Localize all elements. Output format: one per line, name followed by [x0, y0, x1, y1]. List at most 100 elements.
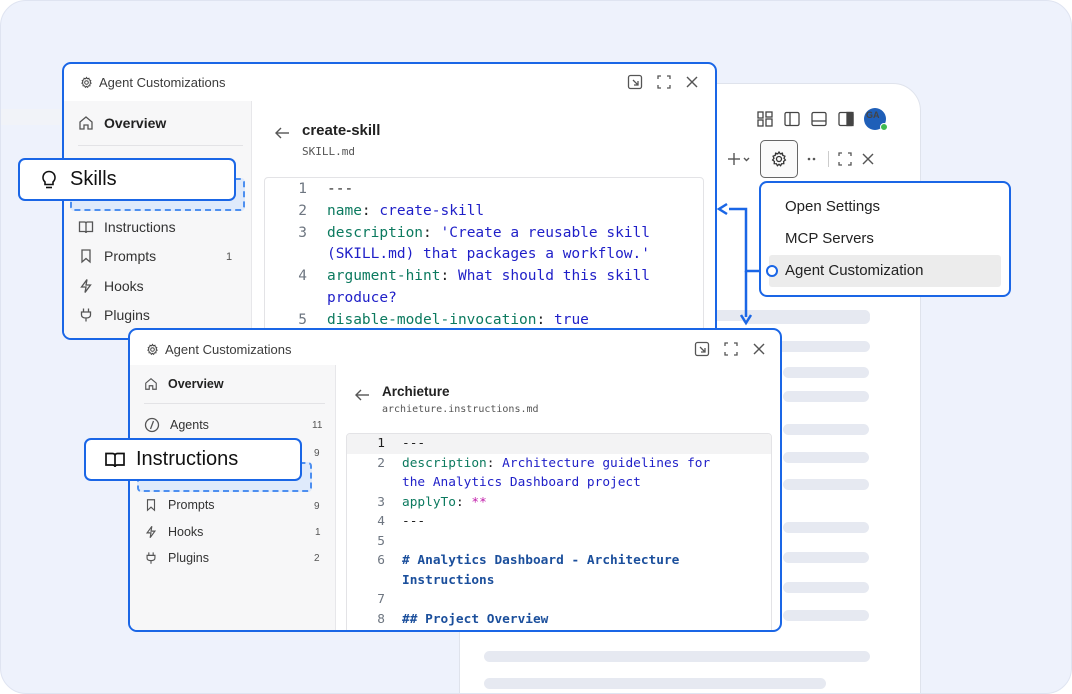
maximize-icon[interactable]	[723, 341, 739, 357]
code-token: # Analytics Dashboard - Architecture	[402, 553, 680, 568]
bookmark-icon	[81, 249, 91, 264]
panel-title: Agent Customizations	[165, 342, 292, 357]
code-token: :	[423, 224, 441, 241]
plug-icon	[80, 308, 92, 322]
line-number: 3	[298, 224, 307, 241]
panel-controls	[627, 74, 699, 90]
detail-title: create-skill	[302, 122, 381, 139]
code-token: the Analytics Dashboard project	[402, 475, 641, 490]
back-arrow-icon[interactable]	[354, 388, 370, 402]
line-number: 5	[377, 533, 385, 549]
line-number	[347, 571, 385, 591]
code-line: 4 ---	[347, 512, 425, 532]
code-token: What should this skill	[457, 268, 651, 285]
plug-icon	[146, 552, 156, 564]
menu-item-mcp-servers[interactable]: MCP Servers	[769, 223, 1001, 255]
sidebar-count-plugins: 2	[314, 553, 320, 564]
code-line: 3 description: 'Create a reusable skill	[265, 223, 650, 245]
sidebar-item-label: Plugins	[104, 307, 150, 323]
sidebar-item-label: Prompts	[168, 498, 215, 512]
code-line: 7	[347, 590, 402, 610]
detail-header: Archieture archieture.instructions.md	[354, 384, 539, 415]
code-token: :	[361, 202, 380, 219]
code-line: 2 description: Architecture guidelines fo…	[347, 454, 710, 474]
line-number: 4	[377, 514, 385, 529]
code-token: ---	[327, 181, 354, 197]
code-token: 'Create a reusable skill	[440, 224, 651, 241]
sidebar-item-instructions[interactable]: Instructions	[78, 219, 176, 235]
code-line: 2 name: create-skill	[265, 201, 484, 223]
gear-icon	[147, 343, 158, 356]
book-icon	[105, 452, 125, 467]
code-editor[interactable]: 1 --- 2 description: Architecture guideline…	[346, 433, 772, 630]
detail-file-name: archieture.instructions.md	[382, 404, 539, 415]
agent-icon	[144, 417, 160, 433]
sidebar-item-label: Hooks	[104, 278, 144, 294]
code-token: produce?	[327, 290, 397, 306]
sidebar-item-overview[interactable]: Overview	[144, 377, 224, 391]
open-in-editor-icon[interactable]	[694, 341, 710, 357]
code-line: 5	[347, 532, 402, 552]
code-token: (SKILL.md) that packages a workflow.'	[327, 246, 651, 263]
sidebar-item-agents[interactable]: Agents	[144, 417, 209, 433]
sidebar-item-plugins[interactable]: Plugins	[78, 307, 150, 323]
line-number	[265, 244, 307, 266]
connector-node	[766, 265, 778, 277]
sidebar-item-prompts[interactable]: Prompts	[78, 248, 156, 264]
sidebar-item-hooks[interactable]: Hooks	[144, 525, 203, 539]
close-icon[interactable]	[685, 74, 699, 90]
line-number: 4	[298, 268, 307, 285]
line-number: 6	[377, 553, 385, 568]
sidebar-count-prompts: 9	[314, 501, 320, 512]
back-arrow-icon[interactable]	[274, 126, 290, 140]
sidebar-item-hooks[interactable]: Hooks	[78, 278, 144, 294]
settings-menu: Open Settings MCP Servers Agent Customiz…	[759, 181, 1011, 297]
panel-title: Agent Customizations	[99, 75, 226, 90]
code-line: (SKILL.md) that packages a workflow.'	[265, 244, 650, 266]
sidebar-item-label: Plugins	[168, 551, 209, 565]
line-number: 2	[298, 202, 307, 219]
open-in-editor-icon[interactable]	[627, 74, 643, 90]
panel-header: Agent Customizations	[146, 342, 291, 357]
code-editor[interactable]: 1 --- 2 name: create-skill 3 description: 'Cr…	[264, 177, 704, 338]
line-number: 1	[298, 181, 307, 197]
menu-item-open-settings[interactable]: Open Settings	[769, 191, 1001, 223]
code-line: 6 # Analytics Dashboard - Architecture	[347, 551, 679, 571]
line-number: 3	[377, 494, 385, 510]
code-line: produce?	[265, 288, 397, 310]
code-token: ---	[402, 436, 426, 451]
lightbulb-icon	[42, 170, 56, 188]
code-token: **	[471, 494, 487, 510]
line-number: 8	[377, 611, 385, 627]
sidebar-item-plugins[interactable]: Plugins	[144, 551, 209, 565]
code-token: name	[327, 202, 362, 219]
code-token: applyTo	[402, 494, 456, 510]
code-token: ---	[402, 514, 426, 529]
menu-item-agent-customization[interactable]: Agent Customization	[769, 255, 1001, 287]
bookmark-icon	[146, 499, 156, 512]
code-token: :	[455, 494, 472, 510]
callout-label: Skills	[70, 168, 117, 190]
lightning-icon	[80, 279, 92, 293]
sidebar-item-label: Instructions	[104, 219, 176, 235]
code-line: the Analytics Dashboard project	[347, 473, 641, 493]
sidebar-count-instructions: 9	[314, 448, 320, 459]
detail-file-name: SKILL.md	[302, 145, 355, 158]
detail-title: Archieture	[382, 384, 450, 399]
close-icon[interactable]	[752, 341, 766, 357]
sidebar-item-label: Prompts	[104, 248, 157, 264]
sidebar-item-label: Overview	[168, 377, 224, 391]
sidebar-count-prompts: 1	[226, 251, 233, 263]
line-number: 7	[377, 592, 385, 607]
instructions-callout: Instructions	[84, 438, 302, 481]
sidebar-divider	[78, 145, 243, 146]
sidebar-item-overview[interactable]: Overview	[78, 115, 166, 131]
maximize-icon[interactable]	[656, 74, 672, 90]
sidebar-item-prompts[interactable]: Prompts	[144, 498, 215, 512]
sidebar-count-agents: 11	[312, 420, 323, 431]
sidebar-count-hooks: 1	[315, 527, 321, 538]
code-token: Architecture guidelines for	[502, 455, 711, 471]
panel-controls	[694, 341, 766, 357]
code-line: 1 ---	[265, 179, 353, 201]
line-number: 2	[377, 455, 385, 471]
